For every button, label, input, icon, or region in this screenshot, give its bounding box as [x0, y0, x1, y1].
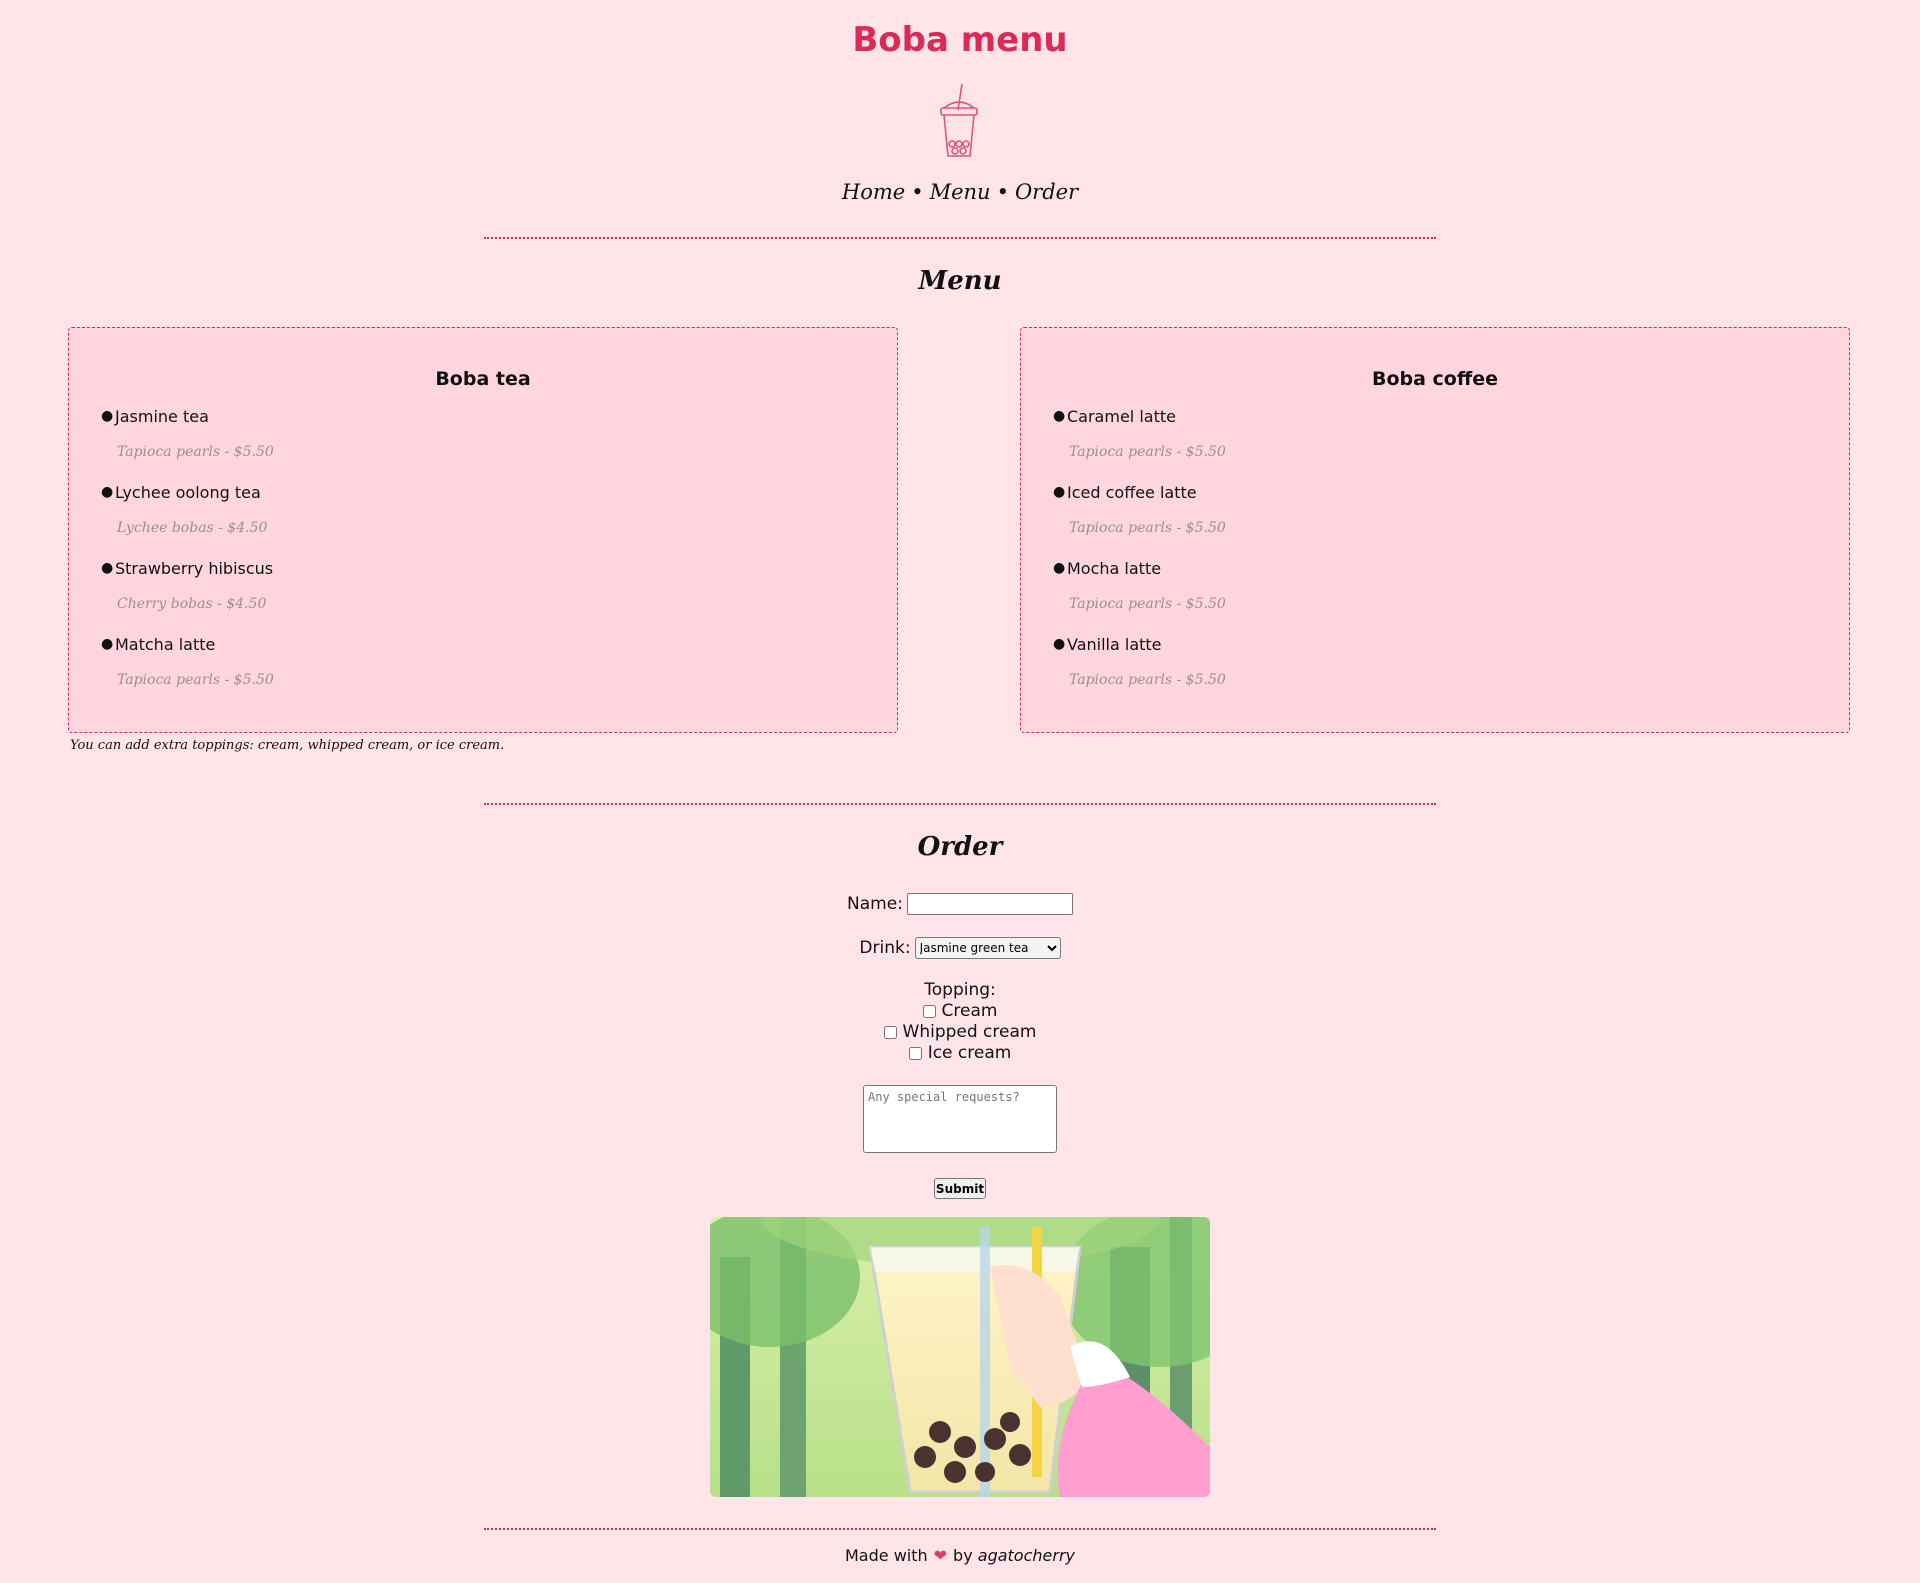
- drink-name: Vanilla latte: [1067, 635, 1162, 654]
- order-title: Order: [917, 832, 1003, 862]
- drink-name: Jasmine tea: [115, 407, 209, 426]
- nav-separator: •: [996, 180, 1009, 204]
- whipped-cream-checkbox[interactable]: [883, 1026, 897, 1039]
- list-item: ● Caramel latte Tapioca pearls - $5.50: [1053, 406, 1849, 482]
- boba-tea-heading: Boba tea: [435, 368, 531, 390]
- ice-cream-checkbox[interactable]: [908, 1047, 922, 1060]
- author-name: agatocherry: [977, 1546, 1075, 1565]
- cream-label: Cream: [941, 1001, 998, 1021]
- list-item: ● Strawberry hibiscus Cherry bobas - $4.50: [101, 558, 897, 634]
- list-item: ● Mocha latte Tapioca pearls - $5.50: [1053, 558, 1849, 634]
- topping-group: Topping: Cream Whipped cream Ice cream: [0, 980, 1920, 1064]
- name-row: Name:: [0, 893, 1920, 915]
- drink-detail: Tapioca pearls - $5.50: [1069, 672, 1226, 688]
- menu-title: Menu: [918, 266, 1002, 296]
- divider: [484, 1528, 1436, 1530]
- nav-order[interactable]: Order: [1015, 180, 1078, 204]
- nav-menu[interactable]: Menu: [930, 180, 991, 204]
- boba-coffee-card: Boba coffee ● Caramel latte Tapioca pearls…: [1020, 327, 1850, 733]
- drink-detail: Tapioca pearls - $5.50: [1069, 596, 1226, 612]
- name-label: Name:: [847, 894, 903, 914]
- drink-name: Mocha latte: [1067, 559, 1162, 578]
- topping-option: Whipped cream: [0, 1022, 1920, 1043]
- drink-name: Iced coffee latte: [1067, 483, 1197, 502]
- topping-label: Topping:: [924, 980, 996, 1000]
- boba-tea-list: ● Jasmine tea Tapioca pearls - $5.50 ● Lych…: [69, 406, 897, 710]
- list-item: ● Iced coffee latte Tapioca pearls - $5.50: [1053, 482, 1849, 558]
- drink-detail: Tapioca pearls - $5.50: [117, 444, 274, 460]
- drink-label: Drink:: [859, 938, 911, 958]
- drink-detail: Tapioca pearls - $5.50: [1069, 444, 1226, 460]
- heart-icon: ❤: [933, 1546, 948, 1565]
- drink-select[interactable]: Jasmine green tea: [914, 937, 1061, 959]
- drink-name: Matcha latte: [115, 635, 216, 654]
- list-item: ● Lychee oolong tea Lychee bobas - $4.50: [101, 482, 897, 558]
- footer: Made with ❤ by agatocherry: [0, 1546, 1920, 1565]
- list-item: ● Matcha latte Tapioca pearls - $5.50: [101, 634, 897, 710]
- list-item: ● Vanilla latte Tapioca pearls - $5.50: [1053, 634, 1849, 710]
- divider: [484, 237, 1436, 239]
- drink-row: Drink: Jasmine green tea: [0, 937, 1920, 959]
- boba-drink-illustration: [710, 1217, 1210, 1497]
- drink-detail: Lychee bobas - $4.50: [117, 520, 268, 536]
- topping-option: Ice cream: [0, 1043, 1920, 1064]
- submit-button[interactable]: Submit: [934, 1178, 986, 1199]
- boba-coffee-list: ● Caramel latte Tapioca pearls - $5.50 ● Ic…: [1021, 406, 1849, 710]
- nav-separator: •: [911, 180, 924, 204]
- drink-name: Strawberry hibiscus: [115, 559, 274, 578]
- boba-cup-icon: [940, 83, 978, 157]
- main-nav: Home • Menu • Order: [0, 180, 1920, 204]
- site-title: Boba menu: [852, 20, 1068, 60]
- nav-home[interactable]: Home: [842, 180, 905, 204]
- divider: [484, 803, 1436, 805]
- boba-tea-card: Boba tea ● Jasmine tea Tapioca pearls - $5…: [68, 327, 898, 733]
- drink-detail: Tapioca pearls - $5.50: [1069, 520, 1226, 536]
- ice-cream-label: Ice cream: [927, 1043, 1012, 1063]
- footer-made-with: Made with: [845, 1546, 928, 1565]
- boba-coffee-heading: Boba coffee: [1371, 368, 1499, 390]
- list-item: ● Jasmine tea Tapioca pearls - $5.50: [101, 406, 897, 482]
- drink-detail: Cherry bobas - $4.50: [117, 596, 267, 612]
- drink-name: Caramel latte: [1067, 407, 1176, 426]
- toppings-note: You can add extra toppings: cream, whipp…: [70, 738, 505, 753]
- topping-option: Cream: [0, 1001, 1920, 1022]
- special-requests-textarea[interactable]: [863, 1085, 1057, 1153]
- cream-checkbox[interactable]: [922, 1005, 936, 1018]
- footer-by: by: [953, 1546, 973, 1565]
- drink-name: Lychee oolong tea: [115, 483, 261, 502]
- drink-detail: Tapioca pearls - $5.50: [117, 672, 274, 688]
- name-input[interactable]: [906, 893, 1073, 915]
- whipped-cream-label: Whipped cream: [902, 1022, 1037, 1042]
